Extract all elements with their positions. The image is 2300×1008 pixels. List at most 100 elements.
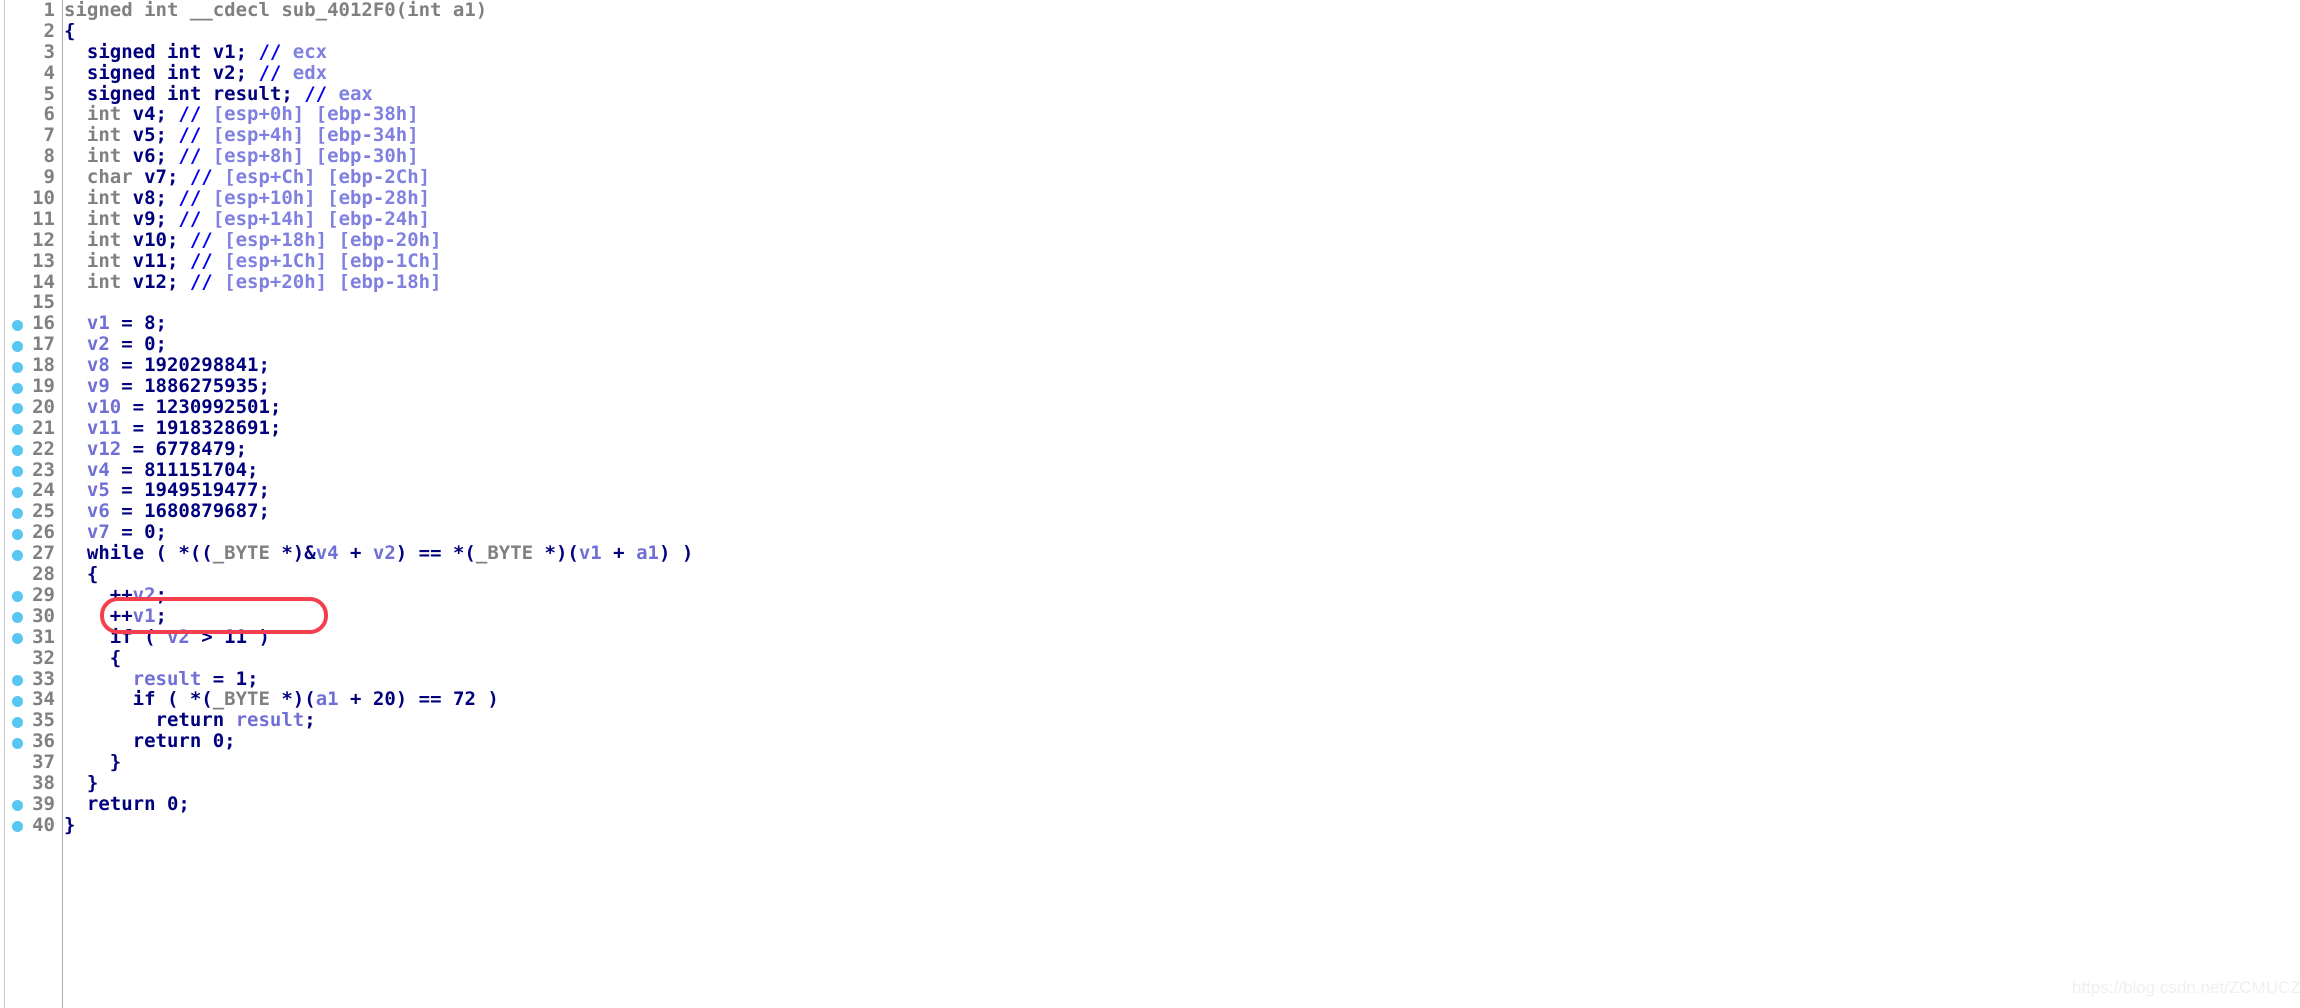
code-line[interactable]: 14 int v12; // [esp+20h] [ebp-18h] — [0, 270, 2300, 293]
code-token: *)( — [269, 688, 316, 711]
code-line[interactable]: 32 { — [0, 646, 2300, 669]
line-number: 26 — [32, 521, 55, 544]
pseudocode-editor[interactable]: 1 signed int __cdecl sub_4012F0(int a1) 2{… — [0, 0, 2300, 1008]
line-number: 3 — [43, 40, 55, 63]
code-line[interactable]: 27 while ( *((_BYTE *)&v4 + v2) == *(_BY… — [0, 543, 2300, 564]
code-line[interactable]: 29 ++v2; — [0, 583, 2300, 606]
code-token: 8 — [144, 312, 156, 335]
code-token: 0 — [212, 730, 225, 753]
code-line[interactable]: 1 signed int __cdecl sub_4012F0(int a1) — [0, 0, 2300, 21]
code-token: v2 — [64, 333, 110, 356]
code-line[interactable]: 38 } — [0, 773, 2300, 794]
code-line[interactable]: 9 char v7; // [esp+Ch] [ebp-2Ch] — [0, 167, 2300, 188]
code-token: = — [109, 375, 145, 398]
code-text: v8 = 1920298841; — [64, 355, 270, 376]
code-token: result — [64, 667, 202, 690]
code-line[interactable]: 3 signed int v1; // ecx — [0, 40, 2300, 63]
line-number: 40 — [32, 813, 55, 836]
line-number: 38 — [32, 771, 55, 794]
code-line[interactable]: 19 v9 = 1886275935; — [0, 376, 2300, 397]
code-line[interactable]: 28 { — [0, 564, 2300, 585]
code-line[interactable]: 12 int v10; // [esp+18h] [ebp-20h] — [0, 228, 2300, 251]
code-line[interactable]: 15 — [0, 292, 2300, 313]
code-line[interactable]: 39 return 0; — [0, 792, 2300, 815]
code-line[interactable]: 23 v4 = 811151704; — [0, 459, 2300, 481]
code-line[interactable]: 10 int v8; // [esp+10h] [ebp-28h] — [0, 188, 2300, 209]
line-number: 8 — [43, 145, 55, 168]
code-line[interactable]: 26 v7 = 0; — [0, 522, 2300, 543]
code-line[interactable]: 30 ++v1; — [0, 604, 2300, 627]
code-line[interactable]: 21 v11 = 1918328691; — [0, 416, 2300, 439]
code-token: v10; — [121, 228, 190, 251]
code-token: v11 — [64, 416, 122, 439]
code-listing[interactable]: 1 signed int __cdecl sub_4012F0(int a1) 2{… — [0, 0, 2300, 1008]
code-token: v12; — [121, 270, 190, 293]
code-text: int v5; // [esp+4h] [ebp-34h] — [64, 125, 419, 146]
code-text: v12 = 6778479; — [64, 437, 247, 460]
code-token: *)& — [269, 542, 316, 565]
code-line[interactable]: 11 int v9; // [esp+14h] [ebp-24h] — [0, 207, 2300, 230]
code-line[interactable]: 37 } — [0, 752, 2300, 773]
code-line[interactable]: 24 v5 = 1949519477; — [0, 480, 2300, 501]
code-token: int — [64, 228, 122, 251]
code-token: ++ — [64, 604, 133, 627]
code-token: // — [178, 124, 213, 147]
code-token: v10 — [64, 395, 122, 418]
code-token: v9; — [121, 207, 179, 230]
code-token: return — [64, 709, 236, 732]
code-token: ; — [258, 479, 270, 502]
line-number: 7 — [43, 124, 55, 147]
line-number: 37 — [32, 751, 55, 774]
code-token: // — [258, 61, 293, 84]
code-token: } — [64, 751, 122, 774]
code-token: = — [121, 437, 156, 460]
code-token: 1918328691 — [155, 416, 270, 439]
code-token: a1 — [315, 688, 339, 711]
code-line[interactable]: 25 v6 = 1680879687; — [0, 501, 2300, 522]
code-line[interactable]: 18 v8 = 1920298841; — [0, 355, 2300, 376]
code-line[interactable]: 5 signed int result; // eax — [0, 82, 2300, 105]
code-line[interactable]: 16 v1 = 8; — [0, 313, 2300, 334]
code-line[interactable]: 20 v10 = 1230992501; — [0, 395, 2300, 418]
code-token: // — [304, 82, 339, 105]
code-line[interactable]: 36 return 0; — [0, 731, 2300, 752]
code-line[interactable]: 7 int v5; // [esp+4h] [ebp-34h] — [0, 125, 2300, 146]
code-token: + — [601, 542, 637, 565]
code-text: v1 = 8; — [64, 313, 167, 334]
code-line[interactable]: 2{ — [0, 20, 2300, 42]
line-number: 32 — [32, 646, 55, 669]
code-token: = — [109, 521, 145, 544]
code-line[interactable]: 4 signed int v2; // edx — [0, 61, 2300, 84]
line-number: 6 — [43, 103, 55, 126]
code-text: } — [64, 814, 75, 836]
code-line[interactable]: 13 int v11; // [esp+1Ch] [ebp-1Ch] — [0, 250, 2300, 272]
code-token: ) — [475, 688, 499, 711]
code-line[interactable]: 40} — [0, 813, 2300, 836]
code-line[interactable]: 17 v2 = 0; — [0, 334, 2300, 355]
code-line[interactable]: 6 int v4; // [esp+0h] [ebp-38h] — [0, 104, 2300, 125]
line-number: 35 — [32, 709, 55, 732]
code-token: 20 — [372, 688, 396, 711]
code-line[interactable]: 34 if ( *(_BYTE *)(a1 + 20) == 72 ) — [0, 689, 2300, 710]
code-token: ; — [155, 604, 167, 627]
code-line[interactable]: 35 return result; — [0, 710, 2300, 731]
code-token: 1920298841 — [144, 354, 259, 377]
code-line[interactable]: 22 v12 = 6778479; — [0, 437, 2300, 460]
code-token: { — [64, 646, 122, 669]
line-number: 34 — [32, 688, 55, 711]
code-token: = — [109, 500, 145, 523]
code-token: ; — [155, 583, 167, 606]
code-text: int v11; // [esp+1Ch] [ebp-1Ch] — [64, 250, 442, 272]
code-token: v2 — [372, 542, 396, 565]
code-line[interactable]: 31 if ( v2 > 11 ) — [0, 625, 2300, 648]
code-text: ++v1; — [64, 604, 167, 627]
code-token: return — [64, 792, 167, 815]
code-token: // — [178, 187, 213, 210]
code-token: signed int v2; — [64, 61, 259, 84]
code-token: _BYTE — [212, 688, 270, 711]
code-line[interactable]: 8 int v6; // [esp+8h] [ebp-30h] — [0, 146, 2300, 167]
line-number: 5 — [43, 82, 55, 105]
code-token: 11 — [224, 625, 248, 648]
code-token: ) — [247, 625, 270, 648]
code-line[interactable]: 33 result = 1; — [0, 667, 2300, 690]
